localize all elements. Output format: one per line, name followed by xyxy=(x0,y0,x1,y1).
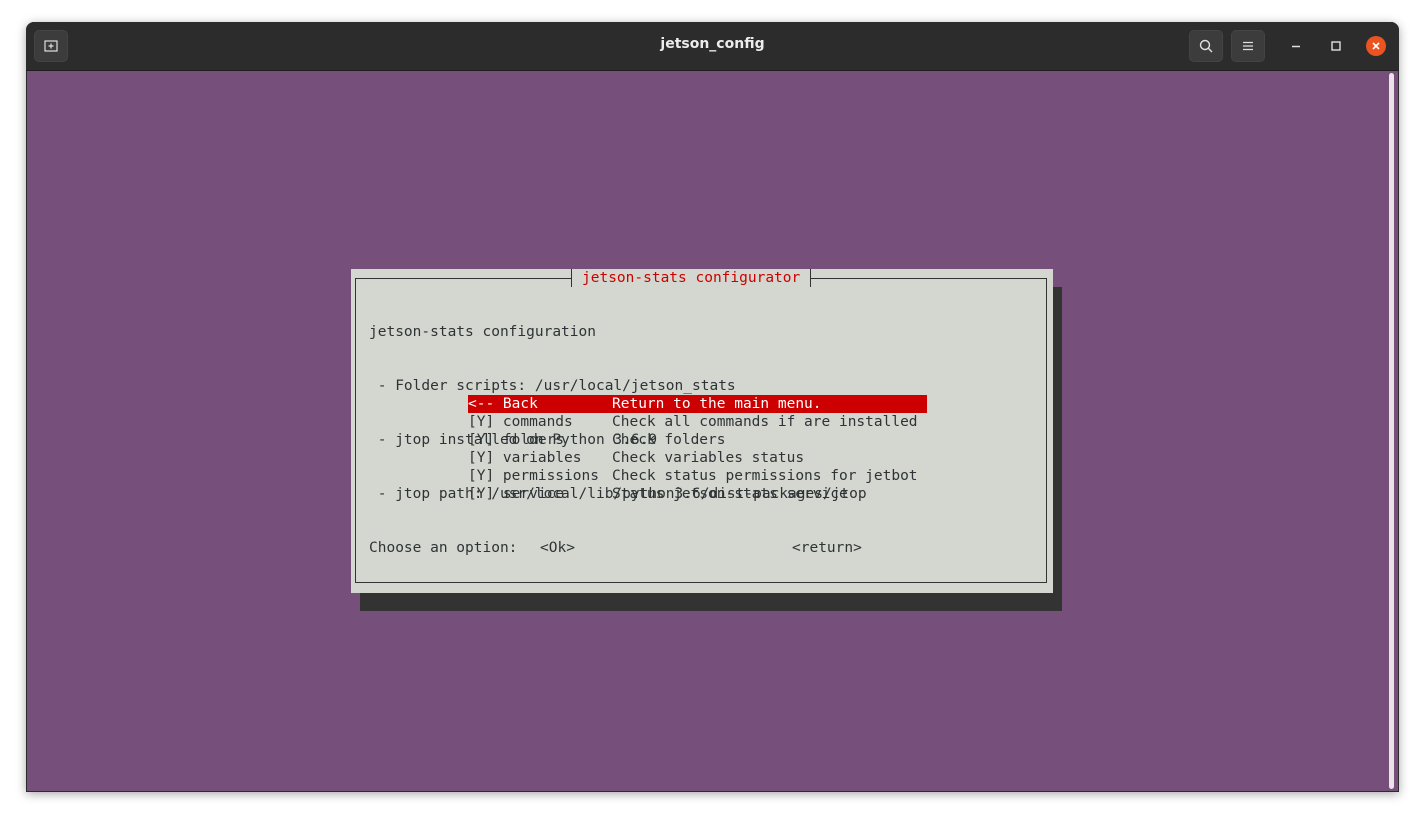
menu-item-tag: [Y] permissions xyxy=(468,468,599,484)
close-icon xyxy=(1372,42,1380,50)
maximize-icon xyxy=(1331,41,1341,51)
menu-item-desc: Check variables status xyxy=(612,450,805,466)
menu-item-tag: <-- Back xyxy=(468,396,538,412)
minimize-button[interactable] xyxy=(1286,36,1306,56)
menu-item-tag: [Y] folders xyxy=(468,432,565,448)
menu-button[interactable] xyxy=(1231,30,1265,62)
terminal-area[interactable]: jetson-stats configurator jetson-stats c… xyxy=(27,71,1398,791)
menu-item-variables[interactable]: [Y] variables Check variables status xyxy=(468,449,927,467)
hamburger-menu-icon xyxy=(1243,41,1253,51)
menu-item-desc: Status jetson-stats service xyxy=(612,486,848,502)
info-line: jetson-stats configuration xyxy=(369,324,596,340)
configurator-dialog: jetson-stats configurator jetson-stats c… xyxy=(351,269,1053,593)
search-button[interactable] xyxy=(1189,30,1223,62)
menu-item-service[interactable]: [Y] service Status jetson-stats service xyxy=(468,485,927,503)
menu-item-permissions[interactable]: [Y] permissions Check status permissions… xyxy=(468,467,927,485)
menu-item-desc: Check all commands if are installed xyxy=(612,414,918,430)
menu-item-tag: [Y] commands xyxy=(468,414,573,430)
close-button[interactable] xyxy=(1366,36,1386,56)
maximize-button[interactable] xyxy=(1326,36,1346,56)
title-bar: jetson_config xyxy=(26,22,1399,71)
dialog-title: jetson-stats configurator xyxy=(571,269,812,287)
menu-item-desc: Check status permissions for jetbot xyxy=(612,468,918,484)
menu-item-desc: Return to the main menu. xyxy=(612,396,822,412)
ok-button[interactable]: <Ok> xyxy=(540,539,575,557)
minimize-icon xyxy=(1292,45,1300,48)
terminal-window: jetson_config jetson-stats configurator … xyxy=(26,22,1399,792)
menu-item-back[interactable]: <-- Back Return to the main menu. xyxy=(468,395,927,413)
menu-item-tag: [Y] service xyxy=(468,486,565,502)
menu-item-tag: [Y] variables xyxy=(468,450,582,466)
search-icon xyxy=(1199,39,1213,53)
terminal-scrollbar[interactable] xyxy=(1389,73,1394,789)
info-line: - Folder scripts: /usr/local/jetson_stat… xyxy=(369,378,736,394)
return-button[interactable]: <return> xyxy=(792,539,862,557)
menu-item-commands[interactable]: [Y] commands Check all commands if are i… xyxy=(468,413,927,431)
menu-item-desc: Check folders xyxy=(612,432,726,448)
menu-item-folders[interactable]: [Y] folders Check folders xyxy=(468,431,927,449)
option-menu: <-- Back Return to the main menu. [Y] co… xyxy=(468,395,927,503)
